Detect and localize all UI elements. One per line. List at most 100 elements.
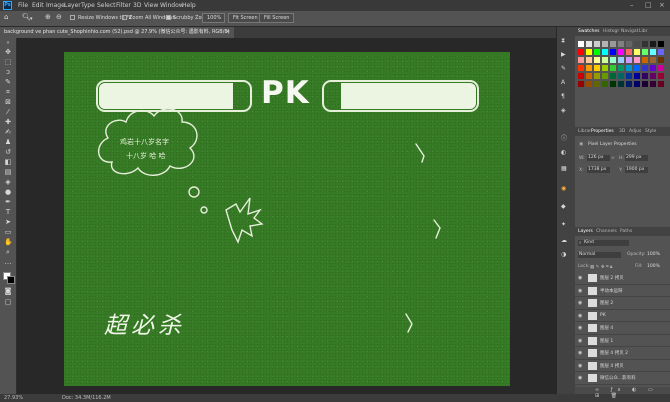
- color-swatch[interactable]: [602, 41, 608, 47]
- color-swatch[interactable]: [594, 57, 600, 63]
- lock-icons[interactable]: ▦ ✎ ✥ ⌗ 🔒︎: [590, 264, 612, 270]
- menu-image[interactable]: Image: [46, 2, 65, 9]
- color-swatch[interactable]: [610, 41, 616, 47]
- adjustments-icon[interactable]: ◑: [561, 251, 566, 258]
- zoom-tool-sidebar-icon[interactable]: ⌕: [4, 249, 12, 256]
- color-swatch[interactable]: [586, 81, 592, 87]
- color-swatch[interactable]: [610, 57, 616, 63]
- visibility-eye-icon[interactable]: ◉: [578, 350, 582, 356]
- learn-icon[interactable]: ✦: [561, 221, 566, 228]
- path-select-tool-icon[interactable]: ➤: [4, 219, 12, 226]
- brush-tool-icon[interactable]: ✍: [4, 129, 12, 136]
- character-icon[interactable]: A: [561, 79, 565, 86]
- link-icon[interactable]: ∞: [611, 156, 615, 161]
- tab-libraries[interactable]: Librar: [578, 129, 591, 134]
- color-swatch[interactable]: [586, 73, 592, 79]
- opacity-field[interactable]: 100%: [647, 252, 660, 257]
- visibility-eye-icon[interactable]: ◉: [578, 325, 582, 331]
- x-field[interactable]: 1738 px: [587, 167, 610, 173]
- tab-navigator[interactable]: Navigat: [621, 29, 638, 34]
- color-swatch[interactable]: [578, 49, 584, 55]
- color-swatch[interactable]: [634, 81, 640, 87]
- color-swatch[interactable]: [602, 65, 608, 71]
- visibility-eye-icon[interactable]: ◉: [578, 300, 582, 306]
- layer-row[interactable]: ◉ 图层 4 拷贝 2: [575, 347, 670, 360]
- color-swatch[interactable]: [618, 41, 624, 47]
- color-swatch[interactable]: [634, 41, 640, 47]
- eyedropper-tool-icon[interactable]: ⁄: [4, 109, 12, 116]
- color-swatch[interactable]: [626, 41, 632, 47]
- color-swatch[interactable]: [642, 41, 648, 47]
- tab-layers[interactable]: Layers: [578, 229, 593, 234]
- layer-filter-kind[interactable]: Kind: [578, 240, 629, 246]
- move-tool-icon[interactable]: ✥: [4, 49, 12, 56]
- visibility-eye-icon[interactable]: ◉: [578, 275, 582, 281]
- close-window-icon[interactable]: ×: [659, 1, 665, 9]
- color-swatch[interactable]: [650, 49, 656, 55]
- menu-view[interactable]: View: [144, 2, 158, 9]
- color-swatch[interactable]: [650, 73, 656, 79]
- layer-row[interactable]: ◉ 图层 4: [575, 322, 670, 335]
- visibility-eye-icon[interactable]: ◉: [578, 375, 582, 381]
- color-swatch[interactable]: [594, 73, 600, 79]
- color-swatch[interactable]: [586, 57, 592, 63]
- color-swatch[interactable]: [602, 49, 608, 55]
- tab-styles[interactable]: Style: [645, 129, 656, 134]
- color-swatch[interactable]: [658, 57, 664, 63]
- color-swatch[interactable]: [610, 49, 616, 55]
- rectangle-tool-icon[interactable]: ▭: [4, 229, 12, 236]
- color-swatch[interactable]: [634, 65, 640, 71]
- type-tool-icon[interactable]: T: [4, 209, 12, 216]
- marquee-tool-icon[interactable]: ⬚: [4, 59, 12, 66]
- glyphs-icon[interactable]: ◈: [561, 107, 566, 114]
- clone-stamp-tool-icon[interactable]: ♟: [4, 139, 12, 146]
- color-swatch[interactable]: [658, 65, 664, 71]
- zoom-out-icon[interactable]: ⊖: [56, 13, 62, 21]
- color-swatch[interactable]: [634, 57, 640, 63]
- tab-paths[interactable]: Paths: [620, 229, 632, 234]
- minimize-icon[interactable]: –: [630, 1, 634, 9]
- color-swatch[interactable]: [578, 81, 584, 87]
- color-swatch[interactable]: [626, 73, 632, 79]
- paragraph-icon[interactable]: ¶: [561, 93, 565, 100]
- layer-row[interactable]: ◉ 图层 4 拷贝: [575, 360, 670, 372]
- actions-icon[interactable]: ▶: [561, 51, 566, 58]
- visibility-eye-icon[interactable]: ◉: [578, 313, 582, 319]
- color-swatch[interactable]: [602, 57, 608, 63]
- resize-windows-checkbox[interactable]: [70, 15, 75, 20]
- height-field[interactable]: 299 px: [625, 155, 648, 161]
- pen-tool-icon[interactable]: ✒: [4, 199, 12, 206]
- color-swatch[interactable]: [578, 41, 584, 47]
- color-swatch[interactable]: [586, 41, 592, 47]
- layer-row[interactable]: ◉ 半动本运呀: [575, 285, 670, 297]
- color-swatch[interactable]: [602, 81, 608, 87]
- quick-select-tool-icon[interactable]: ✎: [4, 79, 12, 86]
- color-swatch[interactable]: [626, 57, 632, 63]
- color-swatch[interactable]: [618, 73, 624, 79]
- layer-row[interactable]: ◉ 微信公众...影有料: [575, 372, 670, 385]
- layer-row[interactable]: ◉ 图层 2: [575, 297, 670, 310]
- color-swatch[interactable]: [658, 49, 664, 55]
- color-swatch[interactable]: [610, 81, 616, 87]
- tab-adjustments[interactable]: Adjus: [629, 129, 641, 134]
- color-swatch[interactable]: [658, 73, 664, 79]
- zoom-level[interactable]: 27.93%: [4, 395, 23, 401]
- color-swatch[interactable]: [594, 65, 600, 71]
- swatch-icon[interactable]: ▦: [561, 165, 567, 172]
- healing-brush-tool-icon[interactable]: ✚: [4, 119, 12, 126]
- menu-layer[interactable]: Layer: [64, 2, 81, 9]
- libraries-icon[interactable]: ☁: [561, 237, 567, 244]
- color-swatch[interactable]: [650, 65, 656, 71]
- color-swatch[interactable]: [658, 41, 664, 47]
- color-swatch[interactable]: [618, 65, 624, 71]
- color-swatch[interactable]: [578, 57, 584, 63]
- color-swatch[interactable]: [626, 65, 632, 71]
- color-swatch[interactable]: [642, 65, 648, 71]
- chevron-down-icon[interactable]: ▾: [30, 16, 33, 22]
- screen-mode-icon[interactable]: ▢: [4, 299, 12, 306]
- brushes-icon[interactable]: ✎: [561, 65, 566, 72]
- zoom-value-field[interactable]: 100%: [202, 13, 225, 23]
- fill-screen-button[interactable]: Fill Screen: [259, 13, 295, 23]
- color-swatch[interactable]: [578, 65, 584, 71]
- zoom-in-icon[interactable]: ⊕: [45, 13, 51, 21]
